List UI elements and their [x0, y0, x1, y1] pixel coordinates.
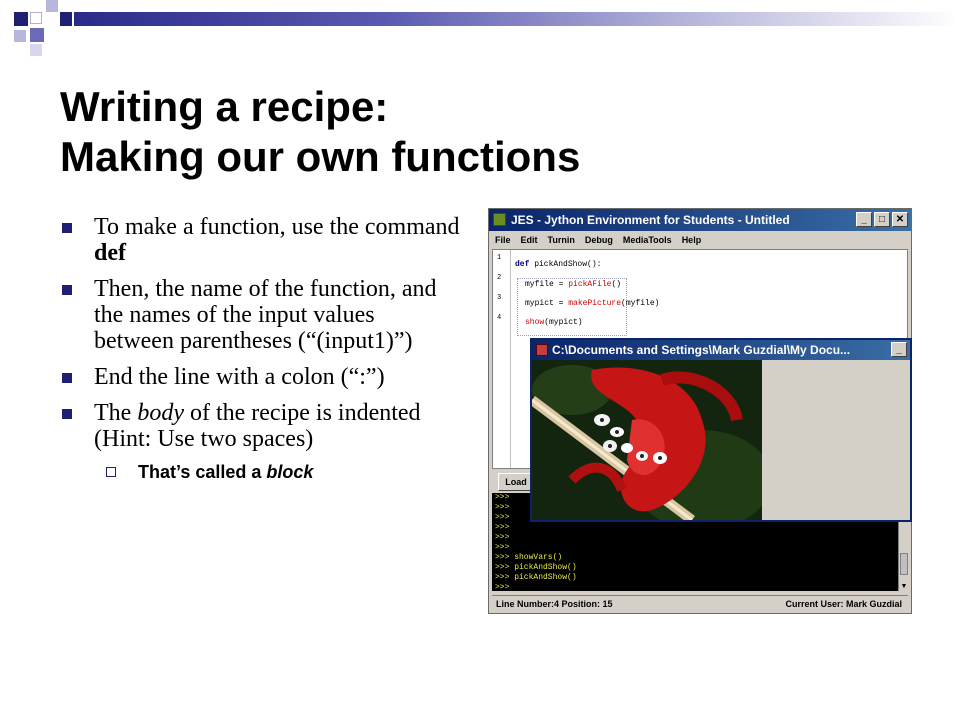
- minimize-icon[interactable]: _: [891, 342, 907, 357]
- bullet-body: The body of the recipe is indented (Hint…: [60, 400, 460, 452]
- code-line-2: myfile = pickAFile(): [525, 280, 622, 289]
- sub-bullet-block: That’s called a block: [60, 462, 460, 482]
- console-line: >>>: [495, 583, 510, 591]
- jes-app-icon: [493, 213, 506, 226]
- square-bullet-icon: [62, 223, 72, 233]
- code-line-3: mypict = makePicture(myfile): [525, 299, 660, 308]
- slide-title: Writing a recipe: Making our own functio…: [60, 82, 940, 182]
- square-bullet-icon: [62, 409, 72, 419]
- line-number: 1: [497, 254, 502, 262]
- square-bullet-icon: [62, 373, 72, 383]
- line-number-gutter: 1 2 3 4: [493, 250, 511, 468]
- menu-debug[interactable]: Debug: [585, 231, 613, 249]
- status-bar: Line Number:4 Position: 15 Current User:…: [492, 595, 908, 611]
- menu-turnin[interactable]: Turnin: [548, 231, 575, 249]
- console-line: >>>: [495, 533, 510, 542]
- jes-window-title: JES - Jython Environment for Students - …: [511, 213, 790, 227]
- jes-menu-bar: File Edit Turnin Debug MediaTools Help: [489, 231, 911, 249]
- scrollbar-thumb[interactable]: [900, 553, 908, 575]
- status-position: Line Number:4 Position: 15: [496, 599, 613, 609]
- console-line: >>>: [495, 523, 510, 532]
- load-button[interactable]: Load: [498, 473, 534, 491]
- picture-window: C:\Documents and Settings\Mark Guzdial\M…: [530, 338, 912, 522]
- bullet-colon: End the line with a colon (“:”): [60, 364, 460, 390]
- console-line: >>>: [495, 543, 510, 552]
- bullet-def: To make a function, use the command def: [60, 214, 460, 266]
- line-number: 4: [497, 314, 502, 322]
- hollow-square-bullet-icon: [106, 467, 116, 477]
- title-line-1: Writing a recipe:: [60, 83, 389, 130]
- frog-photo: [532, 360, 762, 520]
- menu-mediatools[interactable]: MediaTools: [623, 231, 672, 249]
- minimize-icon[interactable]: _: [856, 212, 872, 227]
- line-number: 2: [497, 274, 502, 282]
- code-line-1: def pickAndShow():: [515, 260, 602, 269]
- jes-title-bar[interactable]: JES - Jython Environment for Students - …: [489, 209, 911, 231]
- bullet-list: To make a function, use the command def …: [60, 214, 460, 482]
- bullet-name: Then, the name of the function, and the …: [60, 276, 460, 354]
- scroll-down-icon[interactable]: ▼: [899, 581, 909, 591]
- code-line-4: show(mypict): [525, 318, 583, 327]
- menu-edit[interactable]: Edit: [521, 231, 538, 249]
- console-line: >>> pickAndShow(): [495, 573, 577, 582]
- status-user: Current User: Mark Guzdial: [785, 599, 902, 609]
- picture-window-title: C:\Documents and Settings\Mark Guzdial\M…: [552, 343, 851, 357]
- close-icon[interactable]: ✕: [892, 212, 908, 227]
- maximize-icon[interactable]: □: [874, 212, 890, 227]
- console-line: >>> showVars(): [495, 553, 563, 562]
- title-line-2: Making our own functions: [60, 133, 581, 180]
- line-number: 3: [497, 294, 502, 302]
- console-line: >>> pickAndShow(): [495, 563, 577, 572]
- square-bullet-icon: [62, 285, 72, 295]
- picture-title-bar[interactable]: C:\Documents and Settings\Mark Guzdial\M…: [532, 340, 910, 360]
- picture-app-icon: [536, 344, 548, 356]
- menu-help[interactable]: Help: [682, 231, 702, 249]
- menu-file[interactable]: File: [495, 231, 511, 249]
